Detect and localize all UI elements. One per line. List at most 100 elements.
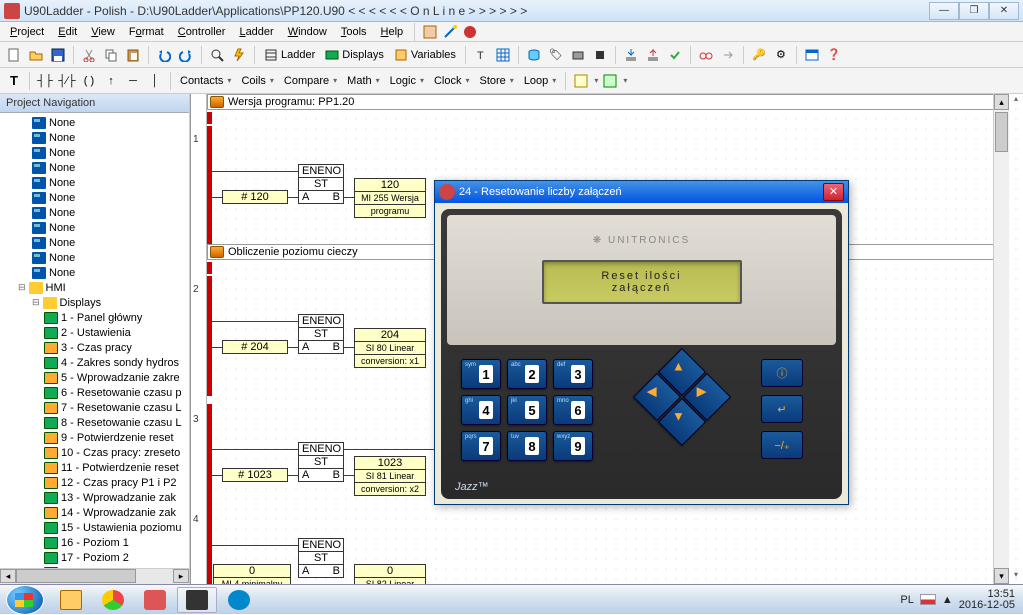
tree-item[interactable]: 1 - Panel główny [2, 310, 187, 325]
download-icon[interactable] [621, 45, 641, 65]
key-4[interactable]: ghi4 [461, 395, 501, 425]
key-9[interactable]: wxyz9 [553, 431, 593, 461]
redo-button[interactable] [176, 45, 196, 65]
taskbar-app[interactable] [135, 587, 175, 613]
function-block[interactable]: ENENO ST AB [298, 442, 344, 482]
taskbar-chrome[interactable] [93, 587, 133, 613]
open-button[interactable] [26, 45, 46, 65]
tree-item-none[interactable]: None [2, 220, 187, 235]
start-button[interactable] [6, 585, 44, 615]
tree-item[interactable]: 13 - Wprowadzanie zak [2, 490, 187, 505]
minimize-button[interactable]: — [929, 2, 959, 20]
tree-item-none[interactable]: None [2, 130, 187, 145]
db-icon[interactable] [524, 45, 544, 65]
tree-item-none[interactable]: None [2, 160, 187, 175]
menu-help[interactable]: Help [375, 24, 410, 40]
tree-item[interactable]: 12 - Czas pracy P1 i P2 [2, 475, 187, 490]
tree-item-hmi[interactable]: ⊟ HMI [2, 280, 187, 295]
coils-menu[interactable]: Coils▾ [237, 71, 277, 91]
taskbar-explorer[interactable] [51, 587, 91, 613]
tray-lang[interactable]: PL [900, 594, 913, 606]
output-block[interactable]: 204 SI 80 Linear conversion: x1 [354, 328, 426, 368]
taskbar-u90[interactable] [177, 587, 217, 613]
copy-button[interactable] [101, 45, 121, 65]
tag-icon[interactable]: 🏷 [546, 45, 566, 65]
output-block[interactable]: 120 MI 255 Wersja programu [354, 178, 426, 218]
contacts-menu[interactable]: Contacts▾ [176, 71, 235, 91]
tree-item[interactable]: 16 - Poziom 1 [2, 535, 187, 550]
undo-button[interactable] [154, 45, 174, 65]
input-constant[interactable]: # 204 [222, 340, 288, 354]
menu-format[interactable]: Format [123, 24, 170, 40]
function-block[interactable]: ENENO ST AB [298, 538, 344, 578]
input-constant[interactable]: # 1023 [222, 468, 288, 482]
canvas-vscroll[interactable]: ▴ ▾ [993, 94, 1009, 584]
nav-tree[interactable]: None None None None None None None None … [0, 113, 189, 568]
net-header-1[interactable]: Wersja programu: PP1.20 [207, 94, 1003, 110]
tree-item[interactable]: 11 - Potwierdzenie reset [2, 460, 187, 475]
key-icon[interactable]: 🔑 [749, 45, 769, 65]
gear-icon[interactable]: ⚙ [771, 45, 791, 65]
chip-icon[interactable] [590, 45, 610, 65]
loop-menu[interactable]: Loop▾ [520, 71, 561, 91]
dialog-close-button[interactable]: ✕ [823, 183, 844, 201]
tree-item[interactable]: 5 - Wprowadzanie zakre [2, 370, 187, 385]
rung-add-icon[interactable] [571, 71, 591, 91]
text-tool[interactable]: T [4, 71, 24, 91]
new-button[interactable] [4, 45, 24, 65]
tree-item[interactable]: 2 - Ustawienia [2, 325, 187, 340]
menu-edit[interactable]: Edit [52, 24, 83, 40]
key-6[interactable]: mno6 [553, 395, 593, 425]
contact-no-icon[interactable]: ┤├ [35, 71, 55, 91]
output-block[interactable]: 0 SI 82 Linear [354, 564, 426, 584]
menu-controller[interactable]: Controller [172, 24, 232, 40]
nav-hscroll[interactable]: ◂▸ [0, 568, 189, 584]
key-3[interactable]: def3 [553, 359, 593, 389]
tree-item-none[interactable]: None [2, 115, 187, 130]
tree-item[interactable]: 4 - Zakres sondy hydros [2, 355, 187, 370]
displays-button[interactable]: Displays [321, 45, 388, 65]
menu-window[interactable]: Window [282, 24, 333, 40]
ladder-button[interactable]: Ladder [260, 45, 319, 65]
tree-item[interactable]: 3 - Czas pracy [2, 340, 187, 355]
ladder-vscroll-right[interactable]: ▴ ▾ [1009, 94, 1023, 584]
grid-icon[interactable] [493, 45, 513, 65]
hmi-preview-dialog[interactable]: 24 - Resetowanie liczby załączeń ✕ UNITR… [434, 180, 849, 505]
contact-nc-icon[interactable]: ┤∕├ [57, 71, 77, 91]
input-block[interactable]: 0 MI 4 minimalny [213, 564, 291, 584]
rising-icon[interactable]: ↑ [101, 71, 121, 91]
tree-item[interactable]: 8 - Resetowanie czasu L [2, 415, 187, 430]
tree-item-none[interactable]: None [2, 205, 187, 220]
glasses-icon[interactable] [696, 45, 716, 65]
compare-menu[interactable]: Compare▾ [280, 71, 341, 91]
key-enter[interactable]: ↵ [761, 395, 803, 423]
math-menu[interactable]: Math▾ [343, 71, 383, 91]
tree-item[interactable]: 9 - Potwierdzenie reset [2, 430, 187, 445]
tree-item[interactable]: 10 - Czas pracy: zreseto [2, 445, 187, 460]
window-tool-icon[interactable] [802, 45, 822, 65]
dialog-titlebar[interactable]: 24 - Resetowanie liczby załączeń ✕ [435, 181, 848, 203]
clock-menu[interactable]: Clock▾ [430, 71, 474, 91]
tree-item-none[interactable]: None [2, 265, 187, 280]
tree-item-none[interactable]: None [2, 250, 187, 265]
key-info[interactable]: ⓘ [761, 359, 803, 387]
stop-icon[interactable] [462, 24, 478, 40]
wire-h-icon[interactable]: ─ [123, 71, 143, 91]
key-8[interactable]: tuv8 [507, 431, 547, 461]
paste-button[interactable] [123, 45, 143, 65]
coil-icon[interactable]: ( ) [79, 71, 99, 91]
rung-comment-icon[interactable] [600, 71, 620, 91]
info-icon[interactable]: ❓ [824, 45, 844, 65]
menu-view[interactable]: View [85, 24, 121, 40]
menu-tools[interactable]: Tools [335, 24, 373, 40]
module-icon[interactable] [568, 45, 588, 65]
tree-item-none[interactable]: None [2, 235, 187, 250]
taskbar-other[interactable] [219, 587, 259, 613]
logic-menu[interactable]: Logic▾ [386, 71, 428, 91]
cut-button[interactable] [79, 45, 99, 65]
tree-item-displays[interactable]: ⊟ Displays [2, 295, 187, 310]
tray-up-icon[interactable]: ▲ [942, 594, 953, 606]
store-menu[interactable]: Store▾ [476, 71, 518, 91]
tree-item-none[interactable]: None [2, 190, 187, 205]
text-icon[interactable]: T [471, 45, 491, 65]
